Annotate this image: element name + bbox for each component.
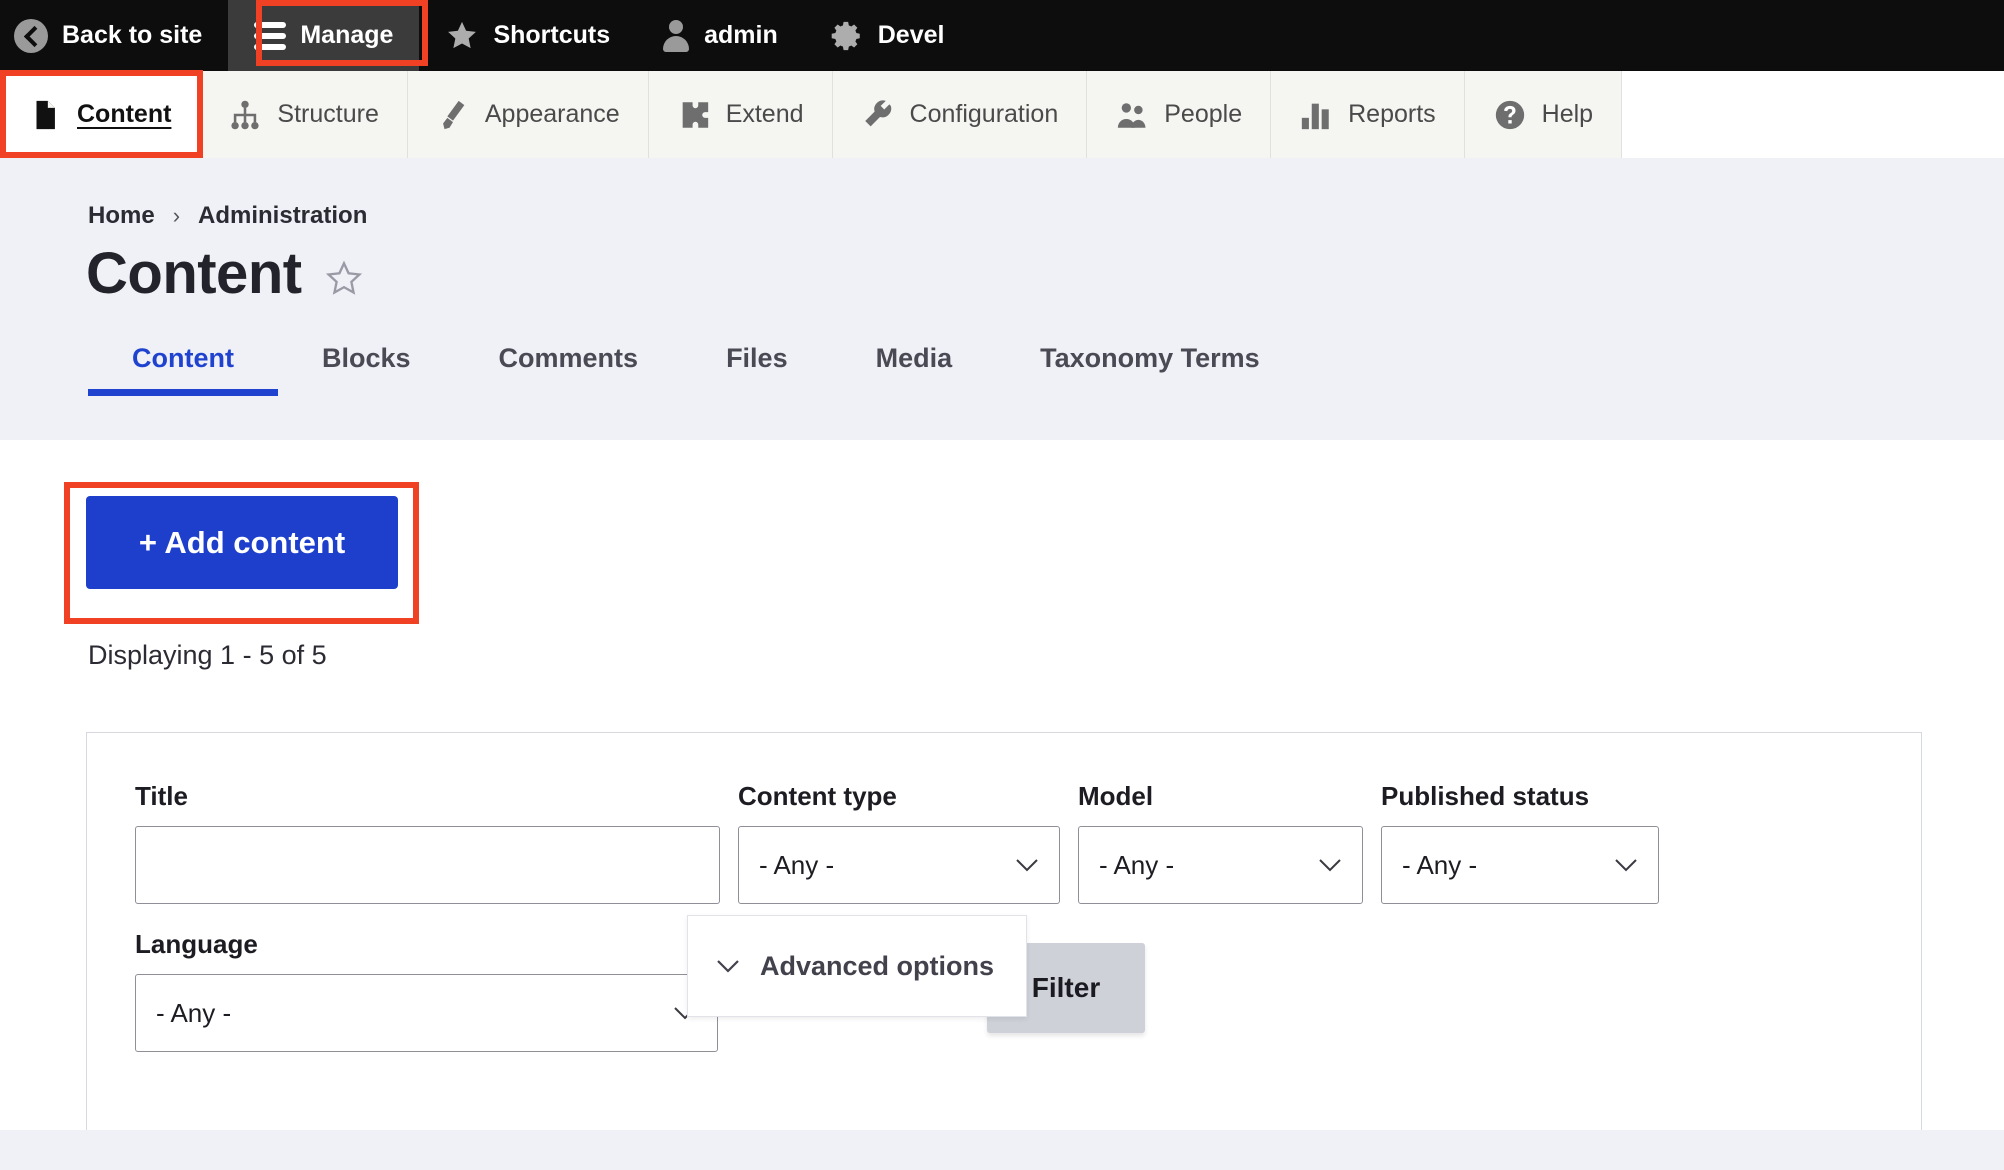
- filter-row-primary: Title Content type - Any - Model - Any -: [135, 781, 1659, 904]
- tab-media[interactable]: Media: [832, 343, 997, 396]
- admin-menu-item-configuration[interactable]: Configuration: [833, 71, 1088, 158]
- language-select[interactable]: - Any -: [135, 974, 718, 1052]
- page-bottom-strip: [0, 1130, 2004, 1170]
- language-label: Language: [135, 929, 718, 960]
- sitemap-icon: [228, 98, 262, 132]
- admin-menu-item-extend[interactable]: Extend: [649, 71, 833, 158]
- admin-menu-label: Content: [77, 100, 171, 129]
- main-content: + Add content Displaying 1 - 5 of 5 Titl…: [0, 440, 2004, 1130]
- tab-label: Content: [132, 343, 234, 373]
- tab-label: Files: [726, 343, 788, 373]
- title-input[interactable]: [135, 826, 720, 904]
- tab-comments[interactable]: Comments: [455, 343, 683, 396]
- tab-taxonomy-terms[interactable]: Taxonomy Terms: [996, 343, 1304, 396]
- filter-row-secondary: Language - Any -: [135, 929, 718, 1052]
- result-summary: Displaying 1 - 5 of 5: [88, 640, 327, 671]
- breadcrumb: Home › Administration: [88, 202, 367, 230]
- chevron-down-icon: [1015, 858, 1039, 872]
- gear-icon: [830, 19, 864, 53]
- people-icon: [1115, 98, 1149, 132]
- breadcrumb-separator-icon: ›: [173, 203, 180, 229]
- filter-field-language: Language - Any -: [135, 929, 718, 1052]
- admin-menu-label: People: [1164, 100, 1242, 129]
- admin-menu-label: Configuration: [910, 100, 1059, 129]
- breadcrumb-current[interactable]: Administration: [198, 202, 367, 230]
- model-select[interactable]: - Any -: [1078, 826, 1363, 904]
- chevron-down-icon: [716, 959, 740, 973]
- document-icon: [28, 98, 62, 132]
- add-content-button[interactable]: + Add content: [86, 496, 398, 589]
- chevron-down-icon: [1614, 858, 1638, 872]
- star-outline-icon[interactable]: [324, 259, 364, 299]
- admin-menu-item-content[interactable]: Content: [0, 71, 200, 158]
- page-header: Home › Administration Content Content Bl…: [0, 158, 2004, 440]
- puzzle-icon: [677, 98, 711, 132]
- admin-menu-spacer: [1622, 71, 2004, 158]
- chevron-down-icon: [1318, 858, 1342, 872]
- language-value: - Any -: [156, 998, 231, 1029]
- admin-menu-item-people[interactable]: People: [1087, 71, 1271, 158]
- model-value: - Any -: [1099, 850, 1174, 881]
- admin-menu-label: Structure: [277, 100, 378, 129]
- admin-menu-label: Reports: [1348, 100, 1436, 129]
- content-type-label: Content type: [738, 781, 1060, 812]
- tab-label: Blocks: [322, 343, 411, 373]
- toolbar-item-devel[interactable]: Devel: [804, 0, 971, 71]
- page-title: Content: [86, 240, 302, 307]
- admin-menu-label: Extend: [726, 100, 804, 129]
- admin-menu-item-structure[interactable]: Structure: [200, 71, 407, 158]
- toolbar-item-admin-user[interactable]: admin: [636, 0, 804, 71]
- hamburger-icon: [254, 22, 286, 50]
- toolbar-label: Manage: [300, 21, 393, 50]
- content-type-value: - Any -: [759, 850, 834, 881]
- back-arrow-icon: [14, 19, 48, 53]
- tab-label: Comments: [499, 343, 639, 373]
- filter-field-published-status: Published status - Any -: [1381, 781, 1659, 904]
- star-icon: [445, 19, 479, 53]
- person-icon: [662, 20, 690, 52]
- filter-field-content-type: Content type - Any -: [738, 781, 1060, 904]
- published-status-select[interactable]: - Any -: [1381, 826, 1659, 904]
- tab-label: Taxonomy Terms: [1040, 343, 1260, 373]
- filter-field-title: Title: [135, 781, 720, 904]
- published-status-label: Published status: [1381, 781, 1659, 812]
- admin-menu-item-appearance[interactable]: Appearance: [408, 71, 649, 158]
- filter-form: Title Content type - Any - Model - Any -: [86, 732, 1922, 1130]
- admin-toolbar: Back to site Manage Shortcuts admin Deve…: [0, 0, 2004, 71]
- advanced-options-label: Advanced options: [760, 951, 994, 982]
- admin-menu-item-reports[interactable]: Reports: [1271, 71, 1465, 158]
- breadcrumb-home[interactable]: Home: [88, 202, 155, 230]
- advanced-options-toggle[interactable]: Advanced options: [687, 915, 1027, 1017]
- toolbar-label: Shortcuts: [493, 21, 610, 50]
- admin-menu-label: Appearance: [485, 100, 620, 129]
- model-label: Model: [1078, 781, 1363, 812]
- toolbar-item-back-to-site[interactable]: Back to site: [0, 0, 228, 71]
- toolbar-item-shortcuts[interactable]: Shortcuts: [419, 0, 636, 71]
- page-title-row: Content: [86, 240, 364, 307]
- wrench-icon: [861, 98, 895, 132]
- content-type-select[interactable]: - Any -: [738, 826, 1060, 904]
- tab-content[interactable]: Content: [88, 343, 278, 396]
- toolbar-item-manage[interactable]: Manage: [228, 0, 419, 71]
- bar-chart-icon: [1299, 98, 1333, 132]
- paintbrush-icon: [436, 98, 470, 132]
- admin-menu-item-help[interactable]: Help: [1465, 71, 1622, 158]
- filter-field-model: Model - Any -: [1078, 781, 1363, 904]
- published-status-value: - Any -: [1402, 850, 1477, 881]
- toolbar-label: admin: [704, 21, 778, 50]
- toolbar-label: Back to site: [62, 21, 202, 50]
- question-mark-icon: [1493, 98, 1527, 132]
- admin-menu-bar: Content Structure Appearance: [0, 71, 2004, 158]
- toolbar-label: Devel: [878, 21, 945, 50]
- title-label: Title: [135, 781, 720, 812]
- tab-files[interactable]: Files: [682, 343, 832, 396]
- tab-blocks[interactable]: Blocks: [278, 343, 455, 396]
- tab-label: Media: [876, 343, 953, 373]
- content-tabs: Content Blocks Comments Files Media Taxo…: [88, 343, 1304, 396]
- admin-menu-label: Help: [1542, 100, 1593, 129]
